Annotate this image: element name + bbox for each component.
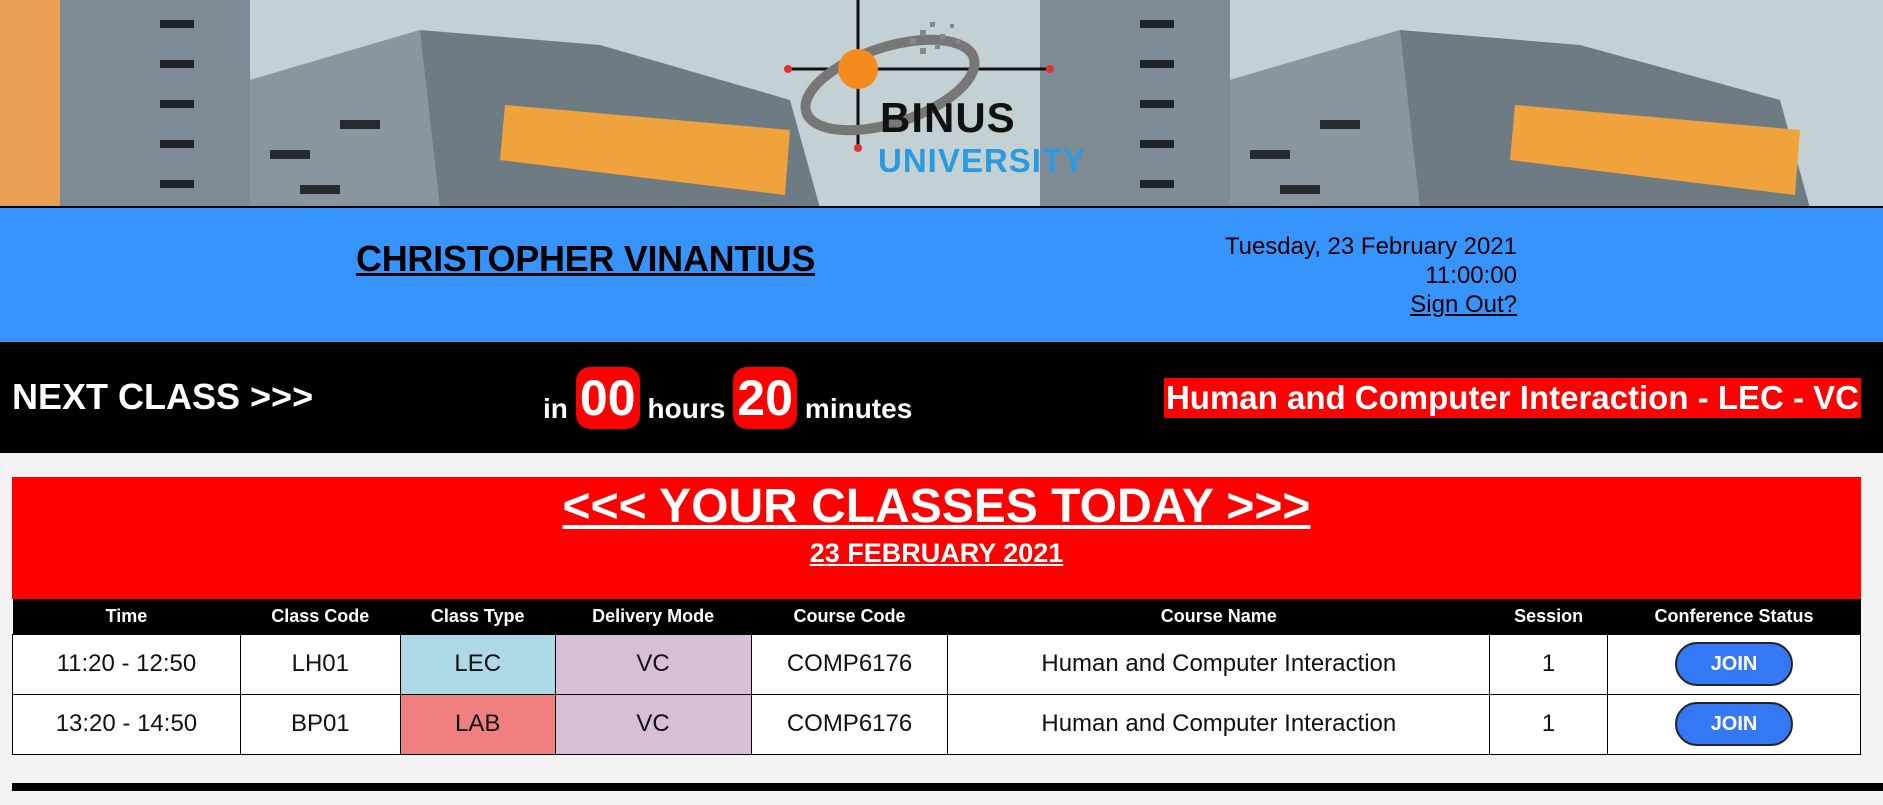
table-header-row: Time Class Code Class Type Delivery Mode… (12, 599, 1861, 634)
next-class-bar: NEXT CLASS >>> in 00 hours 20 minutes Hu… (0, 342, 1883, 453)
cell-conference-status: JOIN (1607, 633, 1861, 695)
campus-building-image-right (1000, 0, 1883, 206)
binus-logo[interactable]: BINUS UNIVERSITY (770, 0, 1100, 190)
column-header-session: Session (1514, 605, 1584, 626)
join-button[interactable]: JOIN (1675, 702, 1794, 746)
cell-course-name: Human and Computer Interaction (947, 633, 1491, 695)
classes-today-header: <<< YOUR CLASSES TODAY >>> 23 FEBRUARY 2… (12, 477, 1861, 599)
cell-delivery-mode: VC (554, 693, 752, 755)
cell-session: 1 (1489, 693, 1609, 755)
cell-conference-status: JOIN (1607, 693, 1861, 755)
logo-binus-text: BINUS (880, 94, 1016, 141)
cell-course-code: COMP6176 (750, 633, 949, 695)
bottom-divider (12, 783, 1883, 791)
sign-out-link[interactable]: Sign Out? (1410, 291, 1517, 318)
current-date: Tuesday, 23 February 2021 (1224, 233, 1517, 260)
column-header-conference-status: Conference Status (1654, 605, 1814, 626)
table-row: 11:20 - 12:50 LH01 LEC VC COMP6176 Human… (12, 633, 1861, 695)
countdown-hours-label: hours (647, 393, 726, 424)
countdown-hours: 00 (575, 367, 640, 429)
column-header-time: Time (105, 605, 148, 626)
cell-time: 11:20 - 12:50 (12, 633, 241, 695)
join-button[interactable]: JOIN (1675, 642, 1794, 686)
column-header-class-type: Class Type (430, 605, 525, 626)
cell-session: 1 (1489, 633, 1609, 695)
column-header-course-code: Course Code (793, 605, 906, 626)
cell-class-type: LEC (399, 633, 556, 695)
countdown-minutes: 20 (733, 367, 797, 429)
cell-class-type: LAB (399, 693, 556, 755)
next-class-countdown: in 00 hours 20 minutes (543, 367, 912, 429)
current-time: 11:00:00 (1425, 262, 1517, 289)
classes-today-date: 23 FEBRUARY 2021 (809, 538, 1064, 568)
student-info-bar: CHRISTOPHER VINANTIUS Tuesday, 23 Februa… (0, 208, 1883, 342)
datetime-block: Tuesday, 23 February 2021 11:00:00 Sign … (1225, 232, 1517, 319)
logo-university-text: UNIVERSITY (878, 142, 1087, 179)
countdown-minutes-label: minutes (804, 393, 913, 424)
cell-class-code: LH01 (239, 633, 401, 695)
next-class-course: Human and Computer Interaction - LEC - V… (1163, 378, 1861, 418)
cell-course-name: Human and Computer Interaction (947, 693, 1491, 755)
student-name: CHRISTOPHER VINANTIUS (356, 238, 816, 279)
countdown-prefix: in (543, 393, 568, 424)
classes-today-title: <<< YOUR CLASSES TODAY >>> (562, 480, 1311, 533)
column-header-delivery-mode: Delivery Mode (592, 605, 715, 626)
column-header-course-name: Course Name (1160, 605, 1277, 626)
table-row: 13:20 - 14:50 BP01 LAB VC COMP6176 Human… (12, 693, 1861, 755)
next-class-label: NEXT CLASS >>> (12, 376, 314, 417)
cell-delivery-mode: VC (554, 633, 752, 695)
cell-class-code: BP01 (239, 693, 401, 755)
classes-today-panel: <<< YOUR CLASSES TODAY >>> 23 FEBRUARY 2… (12, 477, 1861, 755)
cell-time: 13:20 - 14:50 (12, 693, 241, 755)
column-header-class-code: Class Code (271, 605, 370, 626)
cell-course-code: COMP6176 (750, 693, 949, 755)
classes-table: Time Class Code Class Type Delivery Mode… (12, 599, 1861, 755)
header-banner: BINUS UNIVERSITY (0, 0, 1883, 208)
